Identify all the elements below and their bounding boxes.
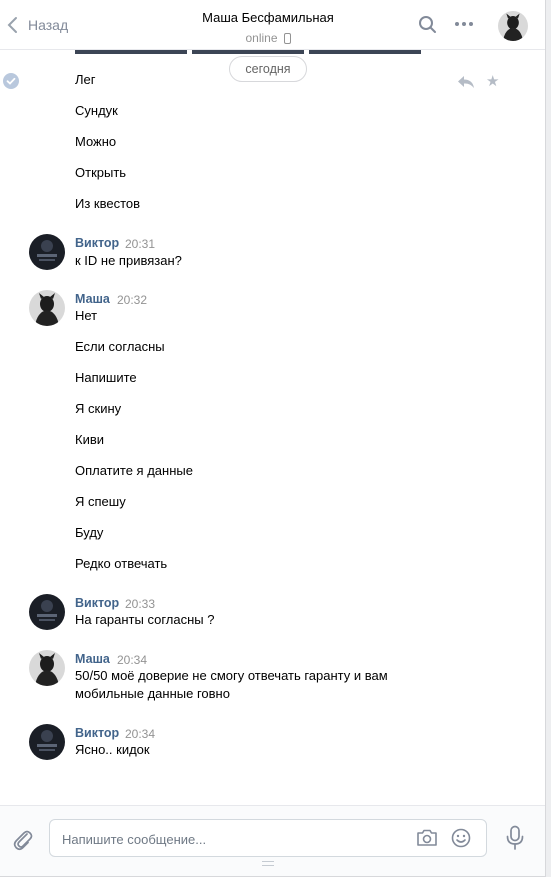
message-text: Из квестов — [75, 196, 141, 211]
message-author[interactable]: Маша — [75, 292, 110, 306]
photo-attachments[interactable] — [75, 50, 421, 54]
avatar[interactable] — [29, 594, 65, 630]
peer-status: online — [245, 31, 291, 45]
avatar[interactable] — [29, 724, 65, 760]
message-text: На гаранты согласны ? — [75, 612, 215, 627]
chat-window: Назад Маша Бесфамильная online сегодня ★… — [0, 0, 546, 877]
message-text: Буду — [75, 525, 104, 540]
message-text: Редко отвечать — [75, 556, 168, 571]
message-time[interactable]: 20:32 — [117, 293, 147, 307]
message-text: Я спешу — [75, 494, 126, 509]
message-author[interactable]: Виктор — [75, 726, 119, 740]
message-author[interactable]: Виктор — [75, 236, 119, 250]
message-text: Киви — [75, 432, 105, 447]
message-text: Оплатите я данные — [75, 463, 193, 478]
message-composer — [0, 805, 545, 876]
more-options-icon[interactable] — [455, 22, 473, 26]
paperclip-icon[interactable] — [12, 828, 34, 855]
back-button[interactable]: Назад — [6, 14, 68, 36]
message-history[interactable]: сегодня ★ Лег Сундук Можно Открыть Из кв… — [0, 50, 545, 805]
peer-avatar[interactable] — [498, 11, 528, 41]
message-text: 50/50 моё доверие не смогу отвечать гара… — [75, 668, 388, 701]
peer-name[interactable]: Маша Бесфамильная — [140, 10, 396, 25]
selected-check-icon[interactable] — [3, 73, 19, 89]
message-text: Сундук — [75, 103, 118, 118]
status-text: online — [245, 31, 278, 45]
resize-handle[interactable] — [262, 861, 274, 866]
message-text: Если согласны — [75, 339, 165, 354]
photo-thumbnail[interactable] — [309, 50, 421, 54]
message-text: к ID не привязан? — [75, 253, 182, 268]
avatar[interactable] — [29, 234, 65, 270]
message-text: Можно — [75, 134, 117, 149]
message-time[interactable]: 20:34 — [125, 727, 155, 741]
camera-icon[interactable] — [416, 828, 438, 851]
microphone-icon[interactable] — [505, 825, 525, 854]
avatar[interactable] — [29, 650, 65, 686]
photo-thumbnail[interactable] — [75, 50, 187, 54]
message-text: Лег — [75, 72, 96, 87]
message-author[interactable]: Виктор — [75, 596, 119, 610]
message-text: Нет — [75, 308, 98, 323]
message-author[interactable]: Маша — [75, 652, 110, 666]
smile-icon[interactable] — [450, 827, 472, 852]
message-time[interactable]: 20:31 — [125, 237, 155, 251]
avatar[interactable] — [29, 290, 65, 326]
reply-icon[interactable] — [457, 75, 475, 92]
message-time[interactable]: 20:33 — [125, 597, 155, 611]
back-label: Назад — [28, 17, 69, 33]
message-input[interactable] — [62, 829, 402, 849]
message-text: Ясно.. кидок — [75, 742, 150, 757]
message-time[interactable]: 20:34 — [117, 653, 147, 667]
peer-info[interactable]: Маша Бесфамильная online — [140, 10, 396, 45]
photo-thumbnail[interactable] — [192, 50, 304, 54]
message-input-box[interactable] — [49, 819, 487, 857]
date-separator: сегодня — [229, 56, 307, 82]
message-text: Я скину — [75, 401, 122, 416]
chevron-left-icon — [7, 17, 17, 33]
search-icon[interactable] — [418, 15, 438, 38]
mobile-phone-icon — [283, 32, 291, 44]
chat-header: Назад Маша Бесфамильная online — [0, 0, 545, 50]
star-icon[interactable]: ★ — [486, 72, 499, 90]
message-text: Напишите — [75, 370, 137, 385]
message-text: Открыть — [75, 165, 127, 180]
